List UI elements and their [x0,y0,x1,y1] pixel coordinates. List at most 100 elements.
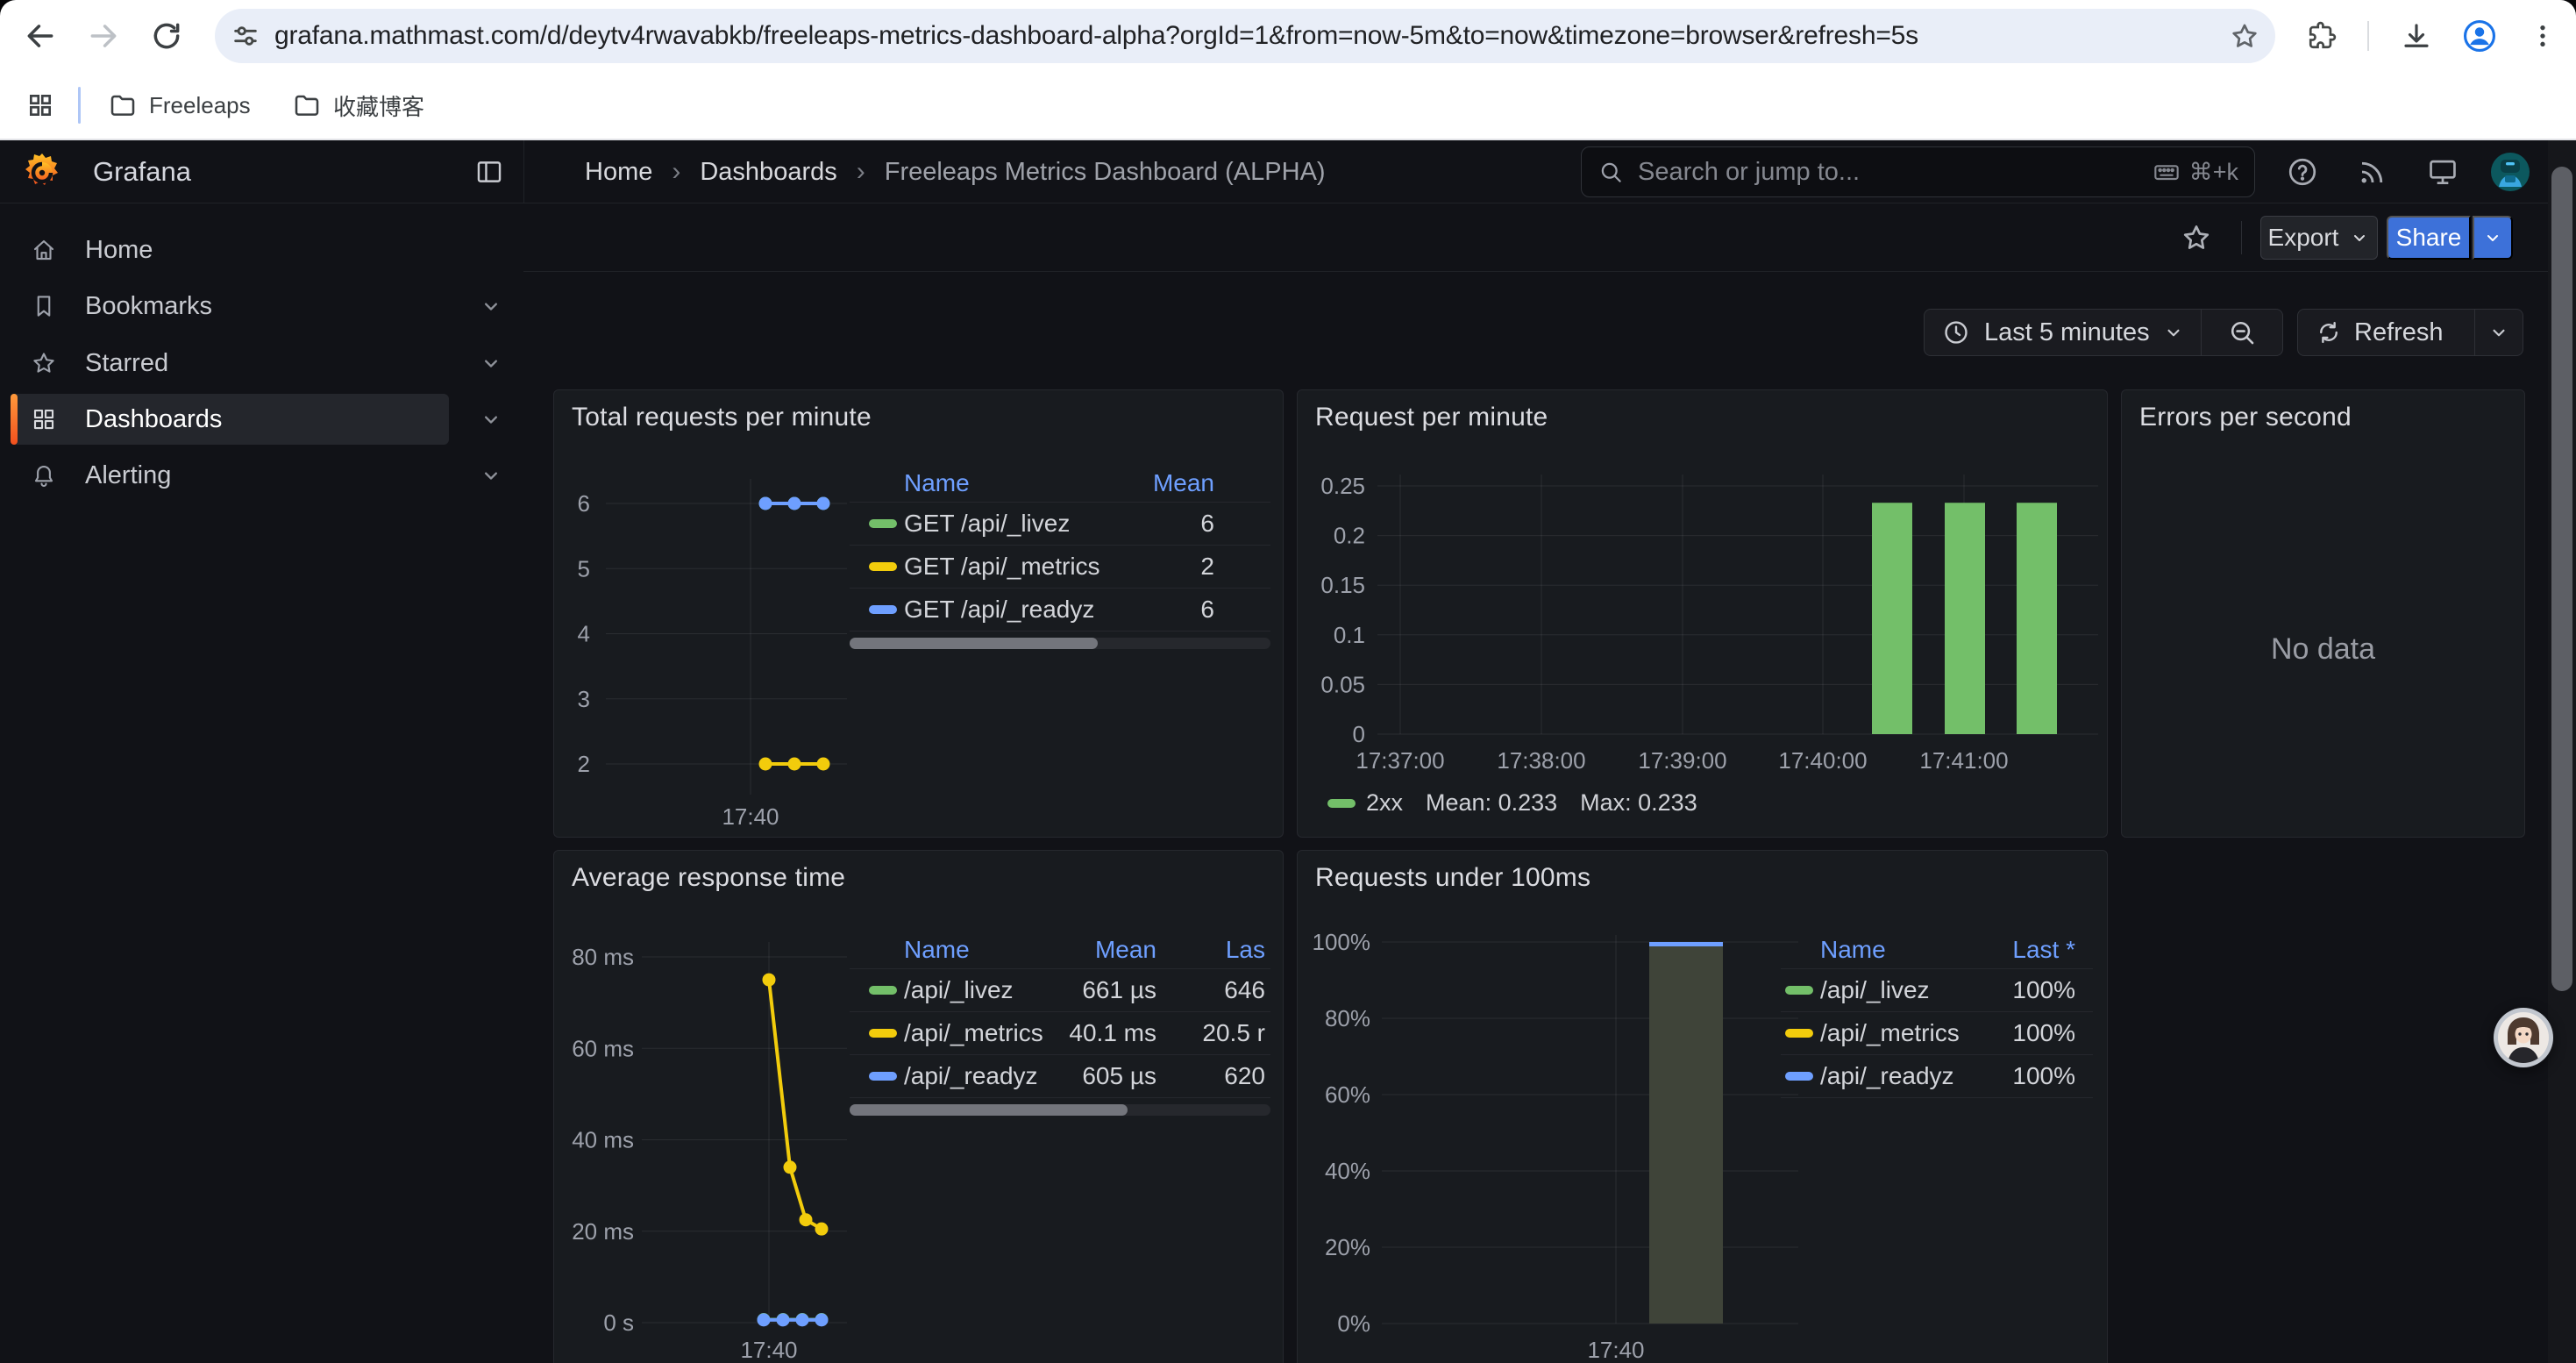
table-scrollbar-thumb[interactable] [850,1104,1128,1116]
refresh-controls: Refresh [2297,309,2523,356]
series-point [784,1160,797,1174]
user-avatar[interactable] [2490,152,2530,192]
y-tick-label: 3 [578,686,590,712]
user-avatar-icon [2490,152,2530,192]
y-tick-label: 0.05 [1320,671,1365,697]
chevron-down-icon[interactable] [479,351,503,375]
reload-button[interactable] [142,11,191,61]
clock-icon [1942,318,1970,346]
share-button[interactable]: Share [2387,216,2471,260]
download-button[interactable] [2392,11,2441,61]
legend-series-label: 2xx [1366,789,1403,817]
search-box[interactable]: ⌘+k [1581,146,2255,197]
legend-mean-value: Mean: 0.233 [1426,789,1557,817]
series-color-swatch [869,519,897,528]
sidebar-item-bookmarks[interactable]: Bookmarks [11,281,449,332]
url-text: grafana.mathmast.com/d/deytv4rwavabkb/fr… [274,21,2230,51]
back-button[interactable] [16,11,65,61]
bookmark-folder-blogs[interactable]: 收藏博客 [279,82,438,128]
export-button[interactable]: Export [2260,216,2378,260]
sidebar-item-home[interactable]: Home [11,225,449,275]
chevron-down-icon[interactable] [479,294,503,318]
legend-item-2xx[interactable]: 2xx Mean: 0.233 Max: 0.233 [1327,789,1720,817]
forward-button[interactable] [79,11,128,61]
sidebar-item-dashboards[interactable]: Dashboards [11,394,449,445]
grafana-logo[interactable] [23,153,61,191]
time-range-button[interactable]: Last 5 minutes [1984,318,2150,347]
sidebar-item-starred[interactable]: Starred [11,338,449,389]
download-icon [2401,20,2432,52]
series-value: 6 [1135,596,1214,624]
refresh-button[interactable]: Refresh [2354,318,2474,347]
legend-row[interactable]: /api/_readyz100% [1781,1055,2093,1098]
extensions-puzzle-icon [2307,21,2337,51]
scrollbar-thumb[interactable] [2551,167,2572,991]
bookmark-star-icon[interactable] [2230,21,2259,51]
legend-row[interactable]: GET /api/_livez6 [850,503,1270,546]
x-tick-label: 17:40 [722,803,779,830]
legend-color-swatch [1327,799,1356,808]
tune-icon[interactable] [231,21,260,51]
series-name: GET /api/_metrics [904,553,1135,581]
extensions-button[interactable] [2297,11,2346,61]
table-scrollbar-thumb[interactable] [850,638,1098,649]
zoom-out-button[interactable] [2202,318,2282,347]
y-tick-label: 80 ms [572,944,634,970]
bar [1872,503,1912,734]
chevron-down-icon[interactable] [479,407,503,432]
news-button[interactable] [2355,154,2390,189]
y-tick-label: 0.25 [1320,473,1365,499]
sidebar-toggle-button[interactable] [474,157,504,187]
bookmark-folder-freeleaps[interactable]: Freeleaps [95,82,265,128]
legend-row[interactable]: /api/_metrics100% [1781,1012,2093,1055]
table-scrollbar[interactable] [850,1104,1270,1116]
refresh-menu-button[interactable] [2475,321,2523,344]
help-button[interactable] [2285,154,2320,189]
legend-row[interactable]: GET /api/_metrics2 [850,546,1270,589]
legend-table-header[interactable]: NameMean [850,465,1270,503]
profile-button[interactable] [2455,11,2504,61]
series-point [763,974,776,987]
search-input[interactable] [1636,157,2153,188]
legend-row[interactable]: /api/_livez100% [1781,969,2093,1012]
column-header: Mean [1065,936,1156,964]
series-point [796,1313,809,1326]
legend-row[interactable]: GET /api/_readyz6 [850,589,1270,632]
legend-row[interactable]: /api/_readyz605 µs620 [850,1055,1270,1098]
series-color-swatch [869,1029,897,1038]
series-point [758,1313,771,1326]
series-point [817,497,830,510]
apps-grid-button[interactable] [16,81,65,130]
y-tick-label: 40 ms [572,1127,634,1153]
legend-table-header[interactable]: NameLast * [1781,931,2093,969]
legend-row[interactable]: /api/_livez661 µs646 [850,969,1270,1012]
url-bar[interactable]: grafana.mathmast.com/d/deytv4rwavabkb/fr… [215,9,2275,63]
breadcrumb-home[interactable]: Home [585,158,652,187]
browser-menu-button[interactable] [2518,11,2567,61]
series-name: /api/_metrics [1820,1019,1970,1047]
share-menu-button[interactable] [2473,216,2513,260]
breadcrumb: Home › Dashboards › Freeleaps Metrics Da… [585,140,1326,203]
star-dashboard-button[interactable] [2181,222,2212,253]
panel-title: Errors per second [2139,403,2352,432]
breadcrumb-dashboards[interactable]: Dashboards [700,158,836,187]
kiosk-button[interactable] [2425,154,2460,189]
bookmark-icon [31,293,57,319]
sidebar-item-alerting[interactable]: Alerting [11,450,449,501]
series-color-swatch [869,986,897,995]
floating-assistant-avatar[interactable] [2493,1007,2554,1068]
brand-title: Grafana [93,140,191,203]
series-value: 605 µs [1065,1062,1156,1090]
bar-cap [1649,942,1723,946]
chevron-down-icon[interactable] [2162,321,2185,344]
legend-table-header[interactable]: NameMeanLas [850,931,1270,969]
breadcrumb-current: Freeleaps Metrics Dashboard (ALPHA) [885,158,1326,187]
table-scrollbar[interactable] [850,638,1270,649]
page-scrollbar[interactable] [2548,140,2576,1363]
series-value: 661 µs [1065,976,1156,1004]
series-name: /api/_readyz [1820,1062,1970,1090]
y-tick-label: 20% [1325,1234,1370,1260]
bar-chart: 0.250.20.150.10.05017:37:0017:38:0017:39… [1298,390,2107,837]
legend-row[interactable]: /api/_metrics40.1 ms20.5 r [850,1012,1270,1055]
chevron-down-icon[interactable] [479,463,503,488]
